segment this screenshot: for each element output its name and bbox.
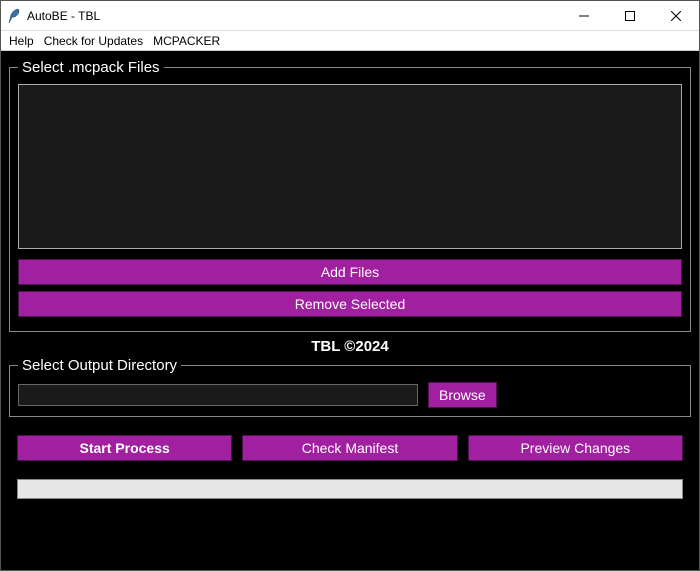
select-files-group: Select .mcpack Files Add Files Remove Se… (9, 59, 691, 332)
menu-check-updates[interactable]: Check for Updates (44, 34, 143, 48)
window-titlebar: AutoBE - TBL (1, 1, 699, 31)
titlebar-left: AutoBE - TBL (7, 8, 100, 24)
remove-selected-button[interactable]: Remove Selected (18, 291, 682, 317)
output-path-input[interactable] (18, 384, 418, 406)
check-manifest-button[interactable]: Check Manifest (242, 435, 457, 461)
maximize-button[interactable] (607, 1, 653, 31)
window-controls (561, 1, 699, 31)
output-dir-group: Select Output Directory Browse (9, 357, 691, 417)
window-title: AutoBE - TBL (27, 9, 100, 23)
action-buttons-row: Start Process Check Manifest Preview Cha… (9, 435, 691, 461)
file-listbox[interactable] (18, 84, 682, 249)
add-files-button[interactable]: Add Files (18, 259, 682, 285)
menu-bar: Help Check for Updates MCPACKER (1, 31, 699, 51)
progress-bar (17, 479, 683, 499)
minimize-button[interactable] (561, 1, 607, 31)
output-row: Browse (18, 382, 682, 408)
preview-changes-button[interactable]: Preview Changes (468, 435, 683, 461)
output-dir-legend: Select Output Directory (18, 357, 181, 374)
menu-help[interactable]: Help (9, 34, 34, 48)
browse-button[interactable]: Browse (428, 382, 497, 408)
app-icon (7, 8, 21, 24)
close-button[interactable] (653, 1, 699, 31)
start-process-button[interactable]: Start Process (17, 435, 232, 461)
select-files-legend: Select .mcpack Files (18, 59, 164, 76)
copyright-label: TBL ©2024 (9, 338, 691, 355)
client-area: Select .mcpack Files Add Files Remove Se… (1, 51, 699, 570)
menu-mcpacker[interactable]: MCPACKER (153, 34, 220, 48)
